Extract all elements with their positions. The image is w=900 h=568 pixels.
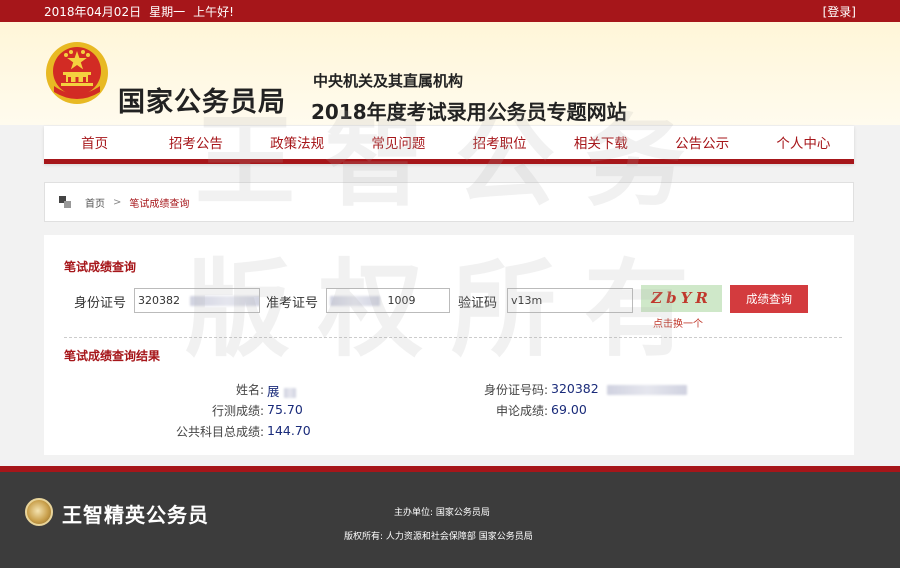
redacted-mask <box>189 296 259 306</box>
wangzhi-logo-icon <box>25 498 53 526</box>
query-section-title: 笔试成绩查询 <box>64 260 137 274</box>
site-footer: 王智精英公务员 主办单位: 国家公务员局 版权所有: 人力资源和社会保障部 国家… <box>0 472 900 568</box>
site-subtitle-1: 中央机关及其直属机构 <box>313 72 464 90</box>
footer-host-value: 国家公务员局 <box>435 508 490 518</box>
footer-copyright-label: 版权所有: <box>344 532 384 542</box>
id-number-value: 320382 <box>138 294 180 307</box>
site-subtitle-2: 2018年度考试录用公务员专题网站 <box>311 100 627 124</box>
result-name-text: 展 <box>267 384 280 399</box>
result-section-title: 笔试成绩查询结果 <box>64 349 161 363</box>
breadcrumb-current: 笔试成绩查询 <box>129 198 190 210</box>
result-name-label: 姓名: <box>235 383 264 397</box>
national-emblem-icon <box>46 42 108 104</box>
score-query-button[interactable]: 成绩查询 <box>730 285 808 313</box>
nav-faq[interactable]: 常见问题 <box>348 126 449 159</box>
captcha-label: 验证码 <box>458 296 498 311</box>
breadcrumb-separator: > <box>113 196 122 208</box>
nav-personal-center[interactable]: 个人中心 <box>753 126 854 159</box>
nav-recruit-notice[interactable]: 招考公告 <box>145 126 246 159</box>
footer-copyright-value: 人力资源和社会保障部 国家公务员局 <box>385 532 533 542</box>
result-xingce-label: 行测成绩: <box>211 404 264 418</box>
nav-positions[interactable]: 招考职位 <box>449 126 550 159</box>
result-id-label: 身份证号码: <box>483 383 548 397</box>
current-date: 2018年04月02日 <box>44 4 142 19</box>
result-xingce-value: 75.70 <box>267 402 303 417</box>
captcha-refresh-link[interactable]: 点击换一个 <box>653 315 703 330</box>
id-number-label: 身份证号 <box>74 296 127 311</box>
footer-host-label: 主办单位: <box>394 508 434 518</box>
section-divider <box>64 337 842 338</box>
result-total-label: 公共科目总成绩: <box>175 425 264 439</box>
nav-announcements[interactable]: 公告公示 <box>652 126 753 159</box>
greeting: 上午好! <box>193 4 234 19</box>
id-number-input[interactable]: 320382 <box>134 288 260 313</box>
nav-home[interactable]: 首页 <box>44 126 145 159</box>
captcha-input-value: v13m <box>511 294 543 307</box>
nav-policy[interactable]: 政策法规 <box>247 126 348 159</box>
site-name: 国家公务员局 <box>118 87 286 118</box>
footer-host: 主办单位: 国家公务员局 <box>394 505 490 518</box>
captcha-image[interactable]: ZbYR <box>641 285 722 312</box>
date-greeting: 2018年04月02日 星期一 上午好! <box>44 3 234 20</box>
result-id-value: 320382 <box>551 381 687 396</box>
result-name-value: 展 <box>267 381 296 400</box>
result-shenlun-value: 69.00 <box>551 402 587 417</box>
redacted-mask <box>283 387 296 398</box>
login-link[interactable]: [登录] <box>823 3 856 20</box>
footer-copyright: 版权所有: 人力资源和社会保障部 国家公务员局 <box>344 529 533 542</box>
footer-brand: 王智精英公务员 <box>62 503 209 527</box>
admission-number-input[interactable]: 1009 <box>326 288 450 313</box>
result-shenlun-label: 申论成绩: <box>495 404 548 418</box>
result-total-value: 144.70 <box>267 423 311 438</box>
redacted-mask <box>330 296 380 306</box>
redacted-mask <box>606 384 687 395</box>
main-nav: 首页 招考公告 政策法规 常见问题 招考职位 相关下载 公告公示 个人中心 <box>44 126 854 164</box>
breadcrumb-icon <box>59 196 71 208</box>
site-header: 国家公务员局 中央机关及其直属机构 2018年度考试录用公务员专题网站 <box>0 22 900 125</box>
breadcrumb: 首页 > 笔试成绩查询 <box>44 182 854 222</box>
nav-downloads[interactable]: 相关下载 <box>550 126 651 159</box>
weekday: 星期一 <box>149 4 186 19</box>
admission-number-value: 1009 <box>387 294 416 307</box>
admission-number-label: 准考证号 <box>266 296 319 311</box>
breadcrumb-home[interactable]: 首页 <box>85 195 105 210</box>
score-query-panel: 笔试成绩查询 身份证号 320382 准考证号 1009 验证码 v13m Zb… <box>44 235 854 455</box>
top-bar: 2018年04月02日 星期一 上午好! [登录] <box>0 0 900 22</box>
captcha-input[interactable]: v13m <box>507 288 633 313</box>
result-id-text: 320382 <box>551 381 599 396</box>
